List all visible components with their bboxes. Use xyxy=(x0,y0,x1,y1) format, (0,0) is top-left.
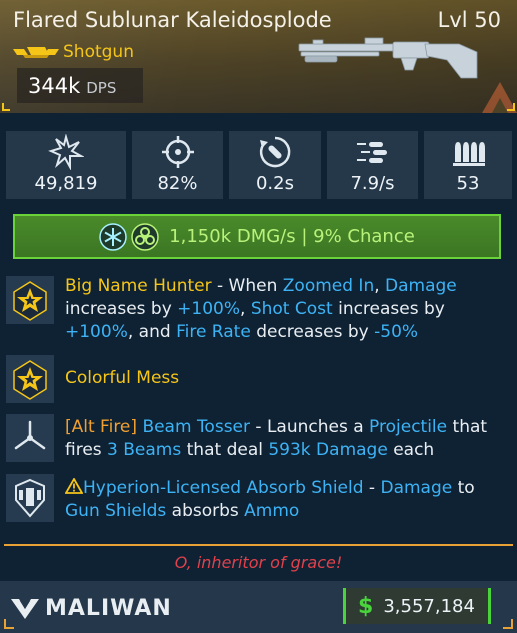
stat-value: 82% xyxy=(157,173,198,194)
stat-reload: 0.2s xyxy=(229,131,321,199)
manufacturer: MALIWAN xyxy=(9,595,172,621)
perk-desc: decreases by xyxy=(250,322,375,342)
perk-absorb-shield: Hyperion-Licensed Absorb Shield - Damage… xyxy=(64,477,510,523)
dps-value: 344k xyxy=(28,74,81,98)
corrosive-icon xyxy=(131,222,159,251)
perk-icon-big-name-hunter xyxy=(6,276,54,324)
rarity-chevrons-icon xyxy=(13,47,59,58)
corner-bracket-icon xyxy=(503,619,513,629)
damage-burst-icon xyxy=(48,134,84,170)
currency-symbol: $ xyxy=(358,593,374,619)
element-bar: 1,150k DMG/s | 9% Chance xyxy=(13,214,501,259)
stat-value: 49,819 xyxy=(34,173,98,194)
flavor-text: O, inheritor of grace! xyxy=(174,553,343,572)
corner-bracket-icon xyxy=(2,103,10,111)
dps-unit: DPS xyxy=(86,79,117,97)
perk-keyword: Projectile xyxy=(369,417,448,437)
reload-time-icon xyxy=(259,136,291,168)
perk-desc: increases by xyxy=(65,299,178,319)
perk-desc: that deal xyxy=(181,440,269,460)
alt-fire-icon xyxy=(14,420,46,450)
perk-keyword: 3 Beams xyxy=(107,440,182,460)
perk-keyword: Hyperion-Licensed Absorb Shield xyxy=(83,478,364,498)
stat-accuracy: 82% xyxy=(132,131,223,199)
perk-desc: , and xyxy=(127,322,177,342)
crosshair-icon xyxy=(161,136,194,168)
price-box: $ 3,557,184 xyxy=(343,588,491,624)
perk-alt-fire: [Alt Fire] Beam Tosser - Launches a Proj… xyxy=(65,416,510,462)
perk-big-name-hunter: Big Name Hunter - When Zoomed In, Damage… xyxy=(65,275,510,344)
magazine-ammo-icon xyxy=(453,142,485,166)
perk-desc: to xyxy=(452,478,475,498)
perk-tag: [Alt Fire] xyxy=(65,417,138,437)
perk-icon-colorful-mess xyxy=(6,355,54,403)
fire-rate-icon xyxy=(356,142,387,163)
perk-keyword: Gun Shields xyxy=(65,501,167,521)
perk-keyword: Zoomed In xyxy=(282,276,375,296)
maliwan-logo-icon xyxy=(11,599,39,619)
perk-desc: , xyxy=(374,276,386,296)
dps-box: 344k DPS xyxy=(17,68,143,103)
item-level: Lvl 50 xyxy=(437,8,501,32)
perk-name: Colorful Mess xyxy=(65,368,180,388)
element-damage-text: 1,150k DMG/s | 9% Chance xyxy=(169,226,415,247)
perk-keyword: Ammo xyxy=(244,501,300,521)
manufacturer-name: MALIWAN xyxy=(45,595,172,621)
item-name: Flared Sublunar Kaleidosplode xyxy=(13,8,332,32)
element-bar-inner: 1,150k DMG/s | 9% Chance xyxy=(15,216,499,257)
stat-value: 0.2s xyxy=(255,173,294,194)
perk-desc: - Launches a xyxy=(250,417,370,437)
perk-desc: each xyxy=(387,440,435,460)
perk-keyword: Fire Rate xyxy=(176,322,251,342)
price-value: 3,557,184 xyxy=(383,595,475,617)
corner-bracket-icon xyxy=(507,103,515,111)
perk-desc: absorbs xyxy=(166,501,245,521)
perk-keyword: Damage xyxy=(380,478,453,498)
legendary-star-icon xyxy=(13,281,47,321)
stat-damage: 49,819 xyxy=(6,131,126,199)
perk-keyword: -50% xyxy=(374,322,419,342)
perk-keyword: Shot Cost xyxy=(250,299,333,319)
corner-bracket-icon xyxy=(4,619,14,629)
warning-triangle-icon xyxy=(64,477,84,494)
stat-value: 53 xyxy=(456,173,480,194)
item-header: Flared Sublunar Kaleidosplode Lvl 50 Sho… xyxy=(0,0,517,113)
separator-line xyxy=(4,544,513,546)
shotgun-silhouette-icon xyxy=(298,37,478,79)
perk-icon-shield-part xyxy=(6,474,54,522)
perk-name: Big Name Hunter xyxy=(65,276,212,296)
perk-keyword: +100% xyxy=(65,322,128,342)
perk-icon-alt-fire xyxy=(6,414,54,462)
stat-fire-rate: 7.9/s xyxy=(327,131,418,199)
perk-keyword: 593k Damage xyxy=(268,440,388,460)
perk-desc: increases by xyxy=(332,299,445,319)
perk-keyword: Damage xyxy=(385,276,457,296)
legendary-star-icon xyxy=(13,360,47,400)
rarity-row: Shotgun xyxy=(13,42,134,62)
weapon-type: Shotgun xyxy=(63,42,134,62)
stat-value: 7.9/s xyxy=(350,173,395,194)
perk-desc: - When xyxy=(211,276,283,296)
perk-colorful-mess: Colorful Mess xyxy=(65,367,510,390)
shield-part-icon xyxy=(15,478,45,518)
cryo-icon xyxy=(99,222,127,251)
perk-desc: , xyxy=(240,299,251,319)
perk-desc: - xyxy=(363,478,381,498)
perk-keyword: Beam Tosser xyxy=(142,417,250,437)
stat-magazine: 53 xyxy=(424,131,512,199)
perk-keyword: +100% xyxy=(177,299,241,319)
